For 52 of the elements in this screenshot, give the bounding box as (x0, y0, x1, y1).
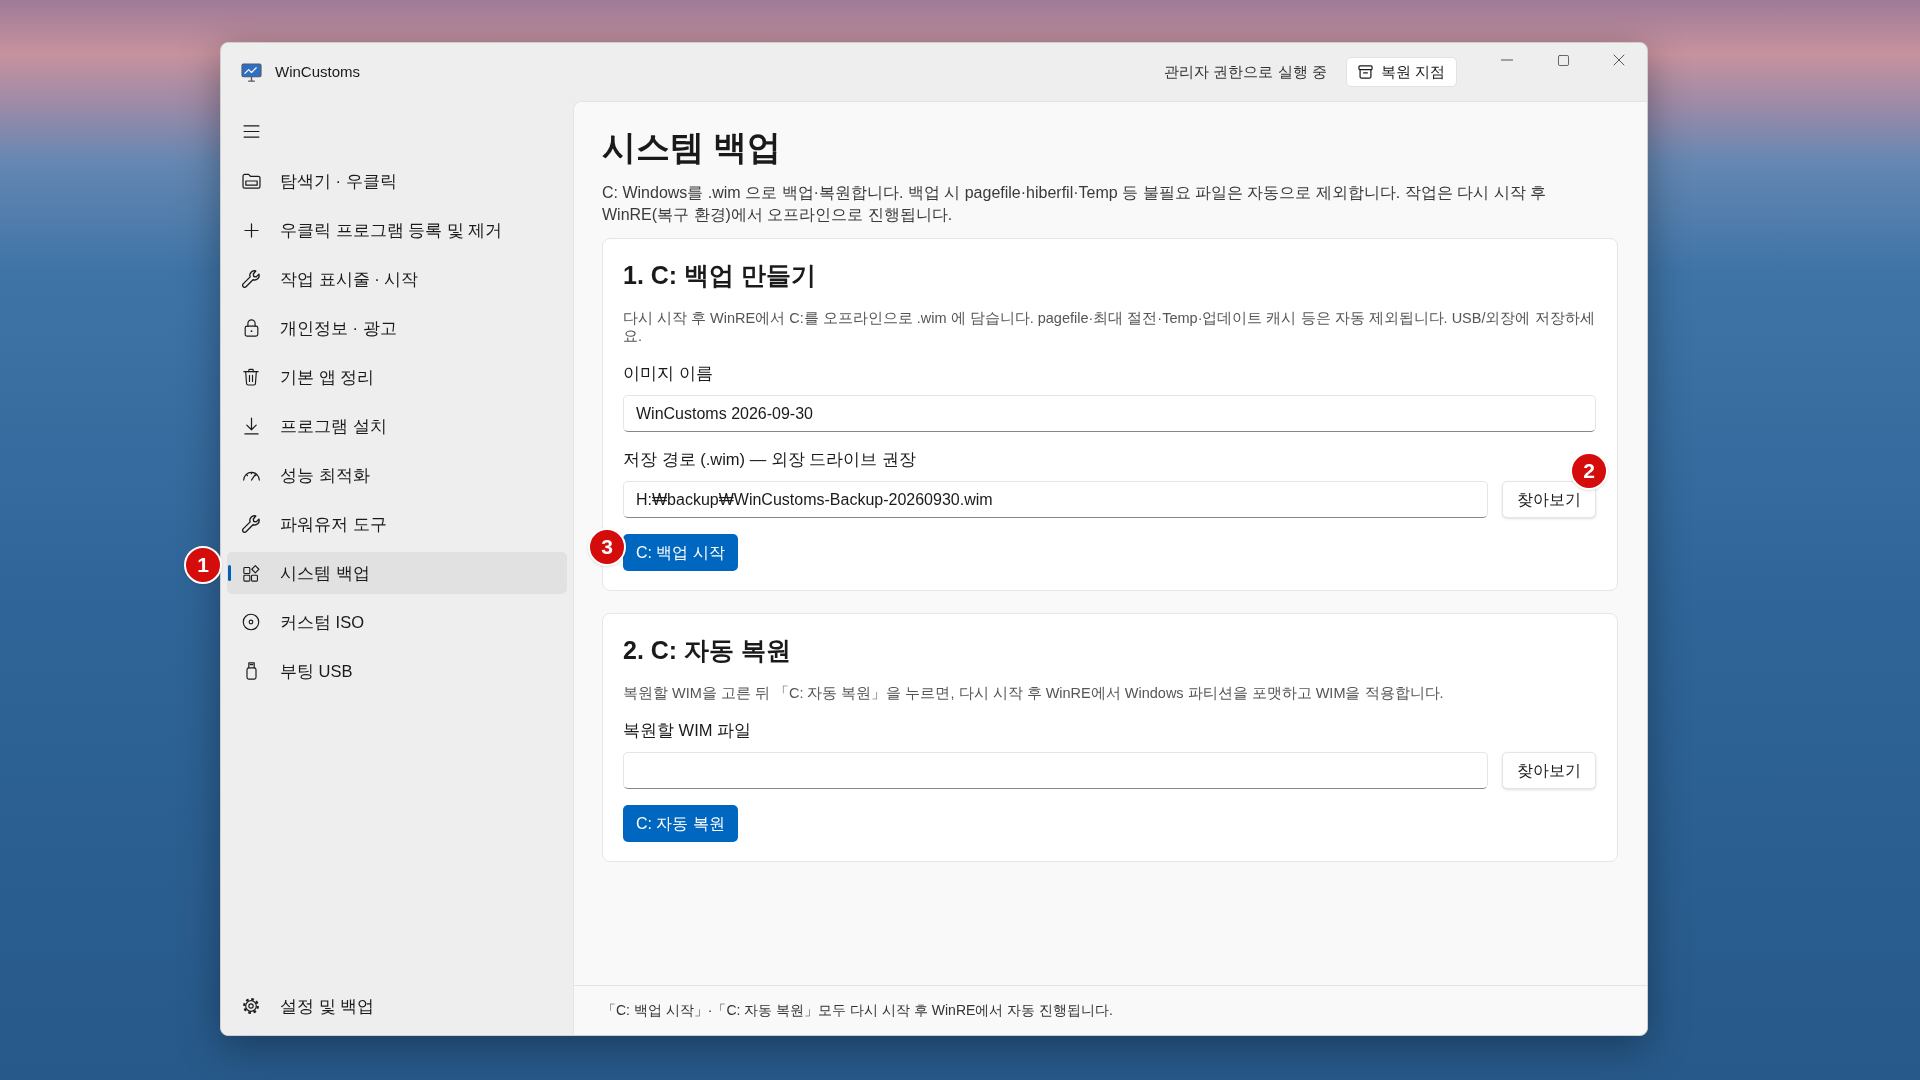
folder-icon (241, 173, 261, 189)
nav-item[interactable]: 설정 및 백업 (227, 985, 567, 1027)
nav-item[interactable]: 우클릭 프로그램 등록 및 제거 (227, 209, 567, 251)
close-icon (1613, 54, 1625, 66)
archive-box-icon (1357, 65, 1373, 79)
trash-icon (243, 368, 259, 386)
nav-item[interactable]: 작업 표시줄 · 시작 (227, 258, 567, 300)
nav-item[interactable]: 기본 앱 정리 (227, 356, 567, 398)
download-icon (243, 417, 259, 435)
nav-item[interactable]: 커스텀 ISO (227, 601, 567, 643)
restore-point-button[interactable]: 복원 지점 (1345, 57, 1457, 87)
footer-note: 「C: 백업 시작」·「C: 자동 복원」모두 다시 시작 후 WinRE에서 자동 진행됩니다. (602, 1001, 1113, 1020)
nav-item[interactable]: 성능 최적화 (227, 454, 567, 496)
nav-item[interactable]: 탐색기 · 우클릭 (227, 160, 567, 202)
section-description: 복원할 WIM을 고른 뒤 「C: 자동 복원」을 누르면, 다시 시작 후 WinRE에서 Windows 파티션을 포맷하고 WIM을 적용합니다. (623, 684, 1445, 702)
section-title: 2. C: 자동 복원 (623, 635, 793, 666)
selection-indicator (228, 565, 231, 581)
gauge-icon (241, 469, 261, 481)
wrench-icon (242, 515, 260, 533)
usb-drive-icon (245, 662, 257, 680)
menu-icon (242, 124, 260, 138)
maximize-icon (1557, 54, 1569, 66)
browse-button[interactable]: 찾아보기 (1502, 481, 1596, 518)
browse-button[interactable]: 찾아보기 (1502, 752, 1596, 789)
nav-item[interactable]: 파워유저 도구 (227, 503, 567, 545)
action-button[interactable]: C: 백업 시작 (623, 534, 738, 571)
lock-icon (243, 319, 259, 337)
page-description: C: Windows를 .wim 으로 백업·복원합니다. 백업 시 pagefile·hiberfil·Temp 등 불필요 파일은 자동으로 제외합니다. 작업은 다시 시작 후 WinRE(복구 환경)에서 오프라인으로 진행됩니다. (602, 183, 1548, 225)
nav-item[interactable]: 시스템 백업 (227, 552, 567, 594)
text-field[interactable]: WinCustoms 2026-09-30 (623, 395, 1596, 432)
minimize-icon (1501, 59, 1513, 61)
nav-item[interactable]: 프로그램 설치 (227, 405, 567, 447)
settings-icon (242, 997, 260, 1015)
window-title: WinCustoms (275, 61, 360, 82)
disc-icon (242, 613, 260, 631)
apps-icon (242, 564, 260, 582)
text-field[interactable] (623, 752, 1488, 789)
step-marker: 2 (1570, 452, 1608, 490)
nav-item[interactable]: 부팅 USB (227, 650, 567, 692)
wrench-icon (242, 270, 260, 288)
section-description: 다시 시작 후 WinRE에서 C:를 오프라인으로 .wim 에 담습니다. pagefile·최대 절전·Temp·업데이트 캐시 등은 자동 제외됩니다. USB/외장에 저장하세요. (623, 309, 1596, 345)
step-marker: 3 (588, 528, 626, 566)
admin-status-text: 관리자 권한으로 실행 중 (1164, 61, 1327, 82)
action-button[interactable]: C: 자동 복원 (623, 805, 738, 842)
nav-item[interactable]: 개인정보 · 광고 (227, 307, 567, 349)
plus-icon (243, 222, 259, 238)
text-field[interactable]: H:₩backup₩WinCustoms-Backup-20260930.wim (623, 481, 1488, 518)
monitor-icon (241, 62, 262, 82)
page-title: 시스템 백업 (602, 127, 783, 168)
field-label: 이미지 이름 (623, 363, 714, 384)
section-title: 1. C: 백업 만들기 (623, 260, 818, 291)
field-label: 복원할 WIM 파일 (623, 720, 753, 741)
